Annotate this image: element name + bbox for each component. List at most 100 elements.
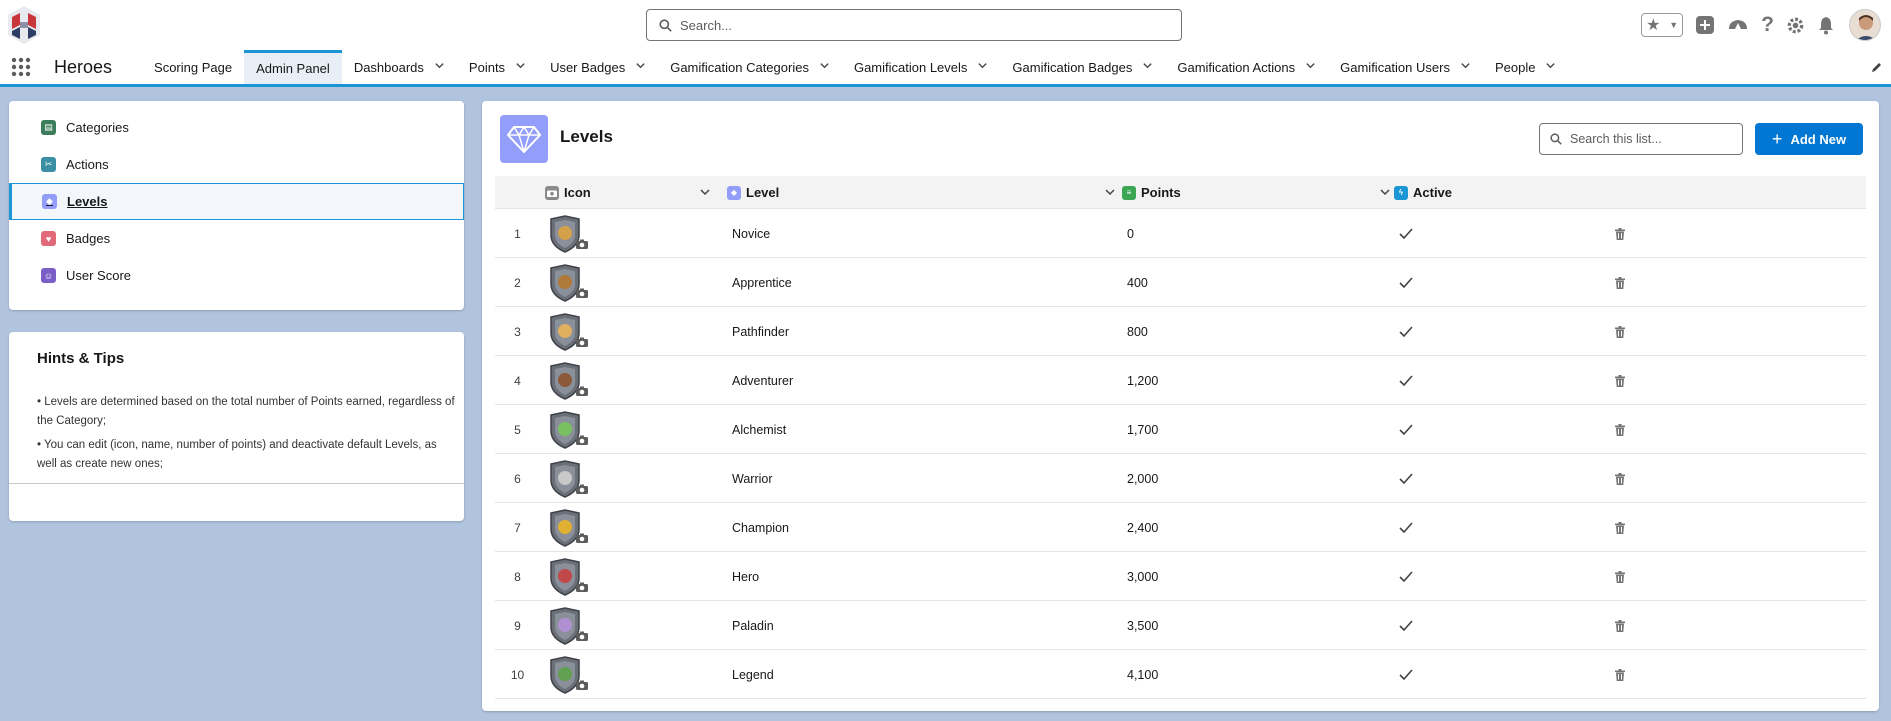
level-icon-cell[interactable]: [548, 503, 588, 552]
app-launcher-icon[interactable]: [0, 50, 42, 84]
chevron-down-icon[interactable]: [1379, 186, 1391, 201]
trailhead-icon[interactable]: [1727, 15, 1749, 35]
level-points: 0: [1127, 226, 1134, 241]
level-icon-cell[interactable]: [548, 405, 588, 454]
camera-icon[interactable]: [576, 484, 588, 494]
sidebar-item-badges[interactable]: ♥ Badges: [9, 220, 464, 257]
table-row[interactable]: 4 Adventurer 1,200: [495, 356, 1866, 405]
sidebar-item-categories[interactable]: ▤ Categories: [9, 109, 464, 146]
level-shield-icon[interactable]: [548, 459, 588, 498]
chevron-down-icon[interactable]: [1104, 186, 1116, 201]
table-row[interactable]: 3 Pathfinder 800: [495, 307, 1866, 356]
level-shield-icon[interactable]: [548, 312, 588, 351]
delete-icon[interactable]: [1615, 258, 1625, 307]
chevron-down-icon[interactable]: [977, 60, 988, 74]
chevron-down-icon[interactable]: ▼: [1669, 20, 1678, 30]
sidebar-item-levels[interactable]: ◆ Levels: [9, 183, 464, 220]
delete-icon[interactable]: [1615, 209, 1625, 258]
notification-bell-icon[interactable]: [1817, 16, 1835, 35]
global-search-input[interactable]: Search...: [646, 9, 1182, 41]
column-header-points[interactable]: ≡ Points: [1122, 176, 1181, 209]
list-search-input[interactable]: Search this list...: [1539, 123, 1743, 155]
camera-icon[interactable]: [576, 386, 588, 396]
chevron-down-icon[interactable]: [1545, 60, 1556, 74]
level-icon-cell[interactable]: [548, 307, 588, 356]
delete-icon[interactable]: [1615, 405, 1625, 454]
delete-icon[interactable]: [1615, 650, 1625, 699]
delete-icon[interactable]: [1615, 454, 1625, 503]
level-icon-cell[interactable]: [548, 601, 588, 650]
table-row[interactable]: 5 Alchemist 1,700: [495, 405, 1866, 454]
level-shield-icon[interactable]: [548, 214, 588, 253]
nav-tab-gamification-levels[interactable]: Gamification Levels: [842, 50, 1000, 84]
chevron-down-icon[interactable]: [635, 60, 646, 74]
level-icon-cell[interactable]: [548, 454, 588, 503]
level-icon-cell[interactable]: [548, 209, 588, 258]
level-shield-icon[interactable]: [548, 508, 588, 547]
level-shield-icon[interactable]: [548, 361, 588, 400]
camera-icon[interactable]: [576, 288, 588, 298]
level-points: 400: [1127, 275, 1148, 290]
help-icon[interactable]: ?: [1761, 13, 1774, 37]
level-icon-cell[interactable]: [548, 552, 588, 601]
sidebar-item-label: Badges: [66, 231, 111, 246]
chevron-down-icon[interactable]: [819, 60, 830, 74]
sidebar-item-user-score[interactable]: ☺ User Score: [9, 257, 464, 294]
delete-icon[interactable]: [1615, 356, 1625, 405]
column-header-icon[interactable]: Icon: [545, 176, 591, 209]
edit-nav-icon[interactable]: [1871, 50, 1891, 84]
level-shield-icon[interactable]: [548, 557, 588, 596]
delete-icon[interactable]: [1615, 307, 1625, 356]
sidebar-item-actions[interactable]: ✂ Actions: [9, 146, 464, 183]
favorites-button[interactable]: ★ ▼: [1641, 13, 1684, 37]
level-shield-icon[interactable]: [548, 263, 588, 302]
app-logo[interactable]: [6, 5, 42, 45]
delete-icon[interactable]: [1615, 503, 1625, 552]
column-header-active[interactable]: ϟ Active: [1394, 176, 1452, 209]
delete-icon[interactable]: [1615, 552, 1625, 601]
table-row[interactable]: 6 Warrior 2,000: [495, 454, 1866, 503]
chevron-down-icon[interactable]: [1460, 60, 1471, 74]
nav-tab-gamification-users[interactable]: Gamification Users: [1328, 50, 1483, 84]
nav-tab-people[interactable]: People: [1483, 50, 1568, 84]
table-row[interactable]: 8 Hero 3,000: [495, 552, 1866, 601]
chevron-down-icon[interactable]: [434, 60, 445, 74]
table-row[interactable]: 10 Legend 4,100: [495, 650, 1866, 699]
column-header-level[interactable]: ◆ Level: [727, 176, 779, 209]
camera-icon[interactable]: [576, 680, 588, 690]
nav-tab-gamification-badges[interactable]: Gamification Badges: [1000, 50, 1165, 84]
camera-icon[interactable]: [576, 582, 588, 592]
level-shield-icon[interactable]: [548, 606, 588, 645]
nav-tab-admin-panel[interactable]: Admin Panel: [244, 50, 342, 84]
gear-icon[interactable]: [1786, 16, 1805, 35]
nav-tab-user-badges[interactable]: User Badges: [538, 50, 658, 84]
level-shield-icon[interactable]: [548, 410, 588, 449]
user-avatar[interactable]: [1849, 9, 1881, 41]
nav-tab-gamification-categories[interactable]: Gamification Categories: [658, 50, 842, 84]
camera-icon[interactable]: [576, 631, 588, 641]
table-row[interactable]: 1 Novice 0: [495, 209, 1866, 258]
level-icon-cell[interactable]: [548, 356, 588, 405]
chevron-down-icon[interactable]: [1142, 60, 1153, 74]
camera-icon[interactable]: [576, 435, 588, 445]
camera-icon[interactable]: [576, 239, 588, 249]
table-row[interactable]: 9 Paladin 3,500: [495, 601, 1866, 650]
nav-tab-gamification-actions[interactable]: Gamification Actions: [1165, 50, 1328, 84]
chevron-down-icon[interactable]: [699, 186, 711, 201]
level-icon-cell[interactable]: [548, 650, 588, 699]
table-row[interactable]: 2 Apprentice 400: [495, 258, 1866, 307]
nav-tab-label: Gamification Categories: [670, 59, 809, 75]
delete-icon[interactable]: [1615, 601, 1625, 650]
level-icon-cell[interactable]: [548, 258, 588, 307]
camera-icon[interactable]: [576, 533, 588, 543]
nav-tab-points[interactable]: Points: [457, 50, 538, 84]
table-row[interactable]: 7 Champion 2,400: [495, 503, 1866, 552]
nav-tab-dashboards[interactable]: Dashboards: [342, 50, 457, 84]
chevron-down-icon[interactable]: [515, 60, 526, 74]
level-shield-icon[interactable]: [548, 655, 588, 694]
nav-tab-scoring-page[interactable]: Scoring Page: [142, 50, 244, 84]
chevron-down-icon[interactable]: [1305, 60, 1316, 74]
camera-icon[interactable]: [576, 337, 588, 347]
global-actions-icon[interactable]: [1695, 15, 1715, 35]
add-new-button[interactable]: + Add New: [1755, 123, 1863, 155]
